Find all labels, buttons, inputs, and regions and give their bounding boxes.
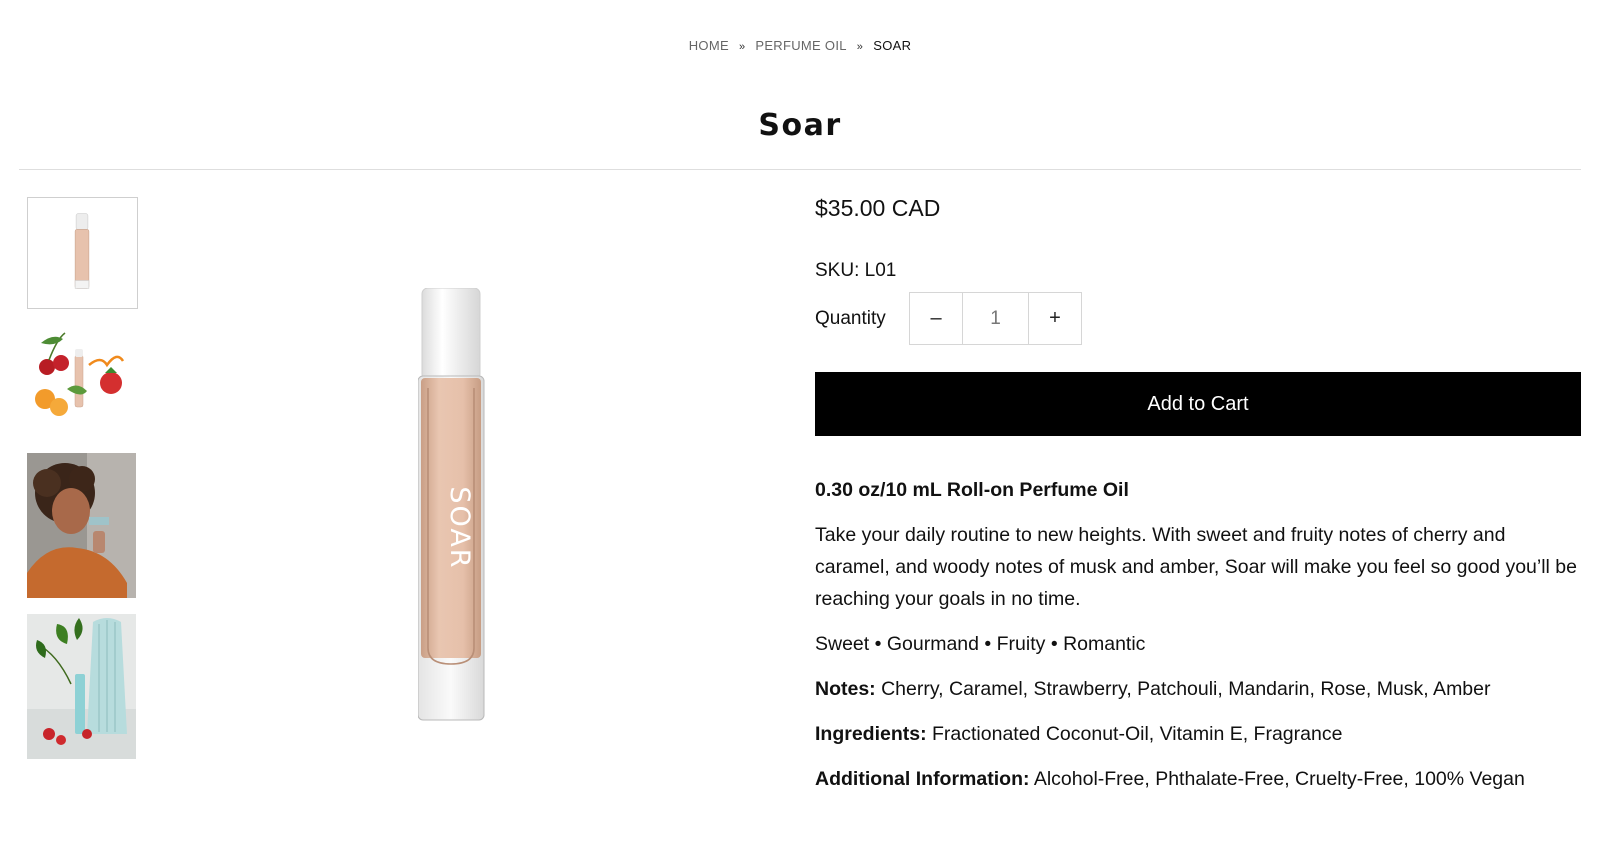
additional-info-value: Alcohol-Free, Phthalate-Free, Cruelty-Fr… [1029,768,1525,790]
sku: SKU: L01 [815,260,897,281]
ingredients-line: Ingredients: Fractionated Coconut-Oil, V… [815,718,1581,750]
quantity-decrease-button[interactable]: – [910,293,962,344]
thumbnail-bottle[interactable] [27,197,138,309]
notes-label: Notes: [815,678,876,700]
breadcrumb-separator: » [856,41,864,53]
price: $35.00 CAD [815,195,941,221]
product-image: SOAR [418,288,488,724]
additional-info-line: Additional Information: Alcohol-Free, Ph… [815,763,1581,795]
divider [19,169,1581,170]
quantity-increase-button[interactable]: + [1029,293,1081,344]
notes-line: Notes: Cherry, Caramel, Strawberry, Patc… [815,673,1581,705]
ingredients-label: Ingredients: [815,723,927,745]
thumbnail-model[interactable] [27,453,136,598]
thumbnail-gallery [27,197,138,775]
quantity-stepper: – 1 + [909,292,1082,345]
add-to-cart-button[interactable]: Add to Cart [815,372,1581,436]
breadcrumb-home-link[interactable]: HOME [689,38,729,53]
ingredients-value: Fractionated Coconut-Oil, Vitamin E, Fra… [926,723,1343,745]
thumbnail-lifestyle[interactable] [27,614,136,759]
breadcrumb-current: SOAR [873,38,912,53]
thumbnail-fruit[interactable] [27,325,138,437]
quantity-label: Quantity [815,307,886,329]
product-info: $35.00 CAD SKU: L01 Quantity – 1 + Add t… [815,195,1581,808]
breadcrumb-category-link[interactable]: PERFUME OIL [755,38,846,53]
additional-info-label: Additional Information: [815,768,1030,790]
bottle-label: SOAR [444,486,475,569]
scent-tags: Sweet • Gourmand • Fruity • Romantic [815,633,1146,655]
breadcrumb: HOME » PERFUME OIL » SOAR [0,38,1600,53]
quantity-row: Quantity – 1 + [815,292,1581,345]
page-title: Soar [758,108,842,143]
quantity-input[interactable]: 1 [962,293,1029,344]
breadcrumb-separator: » [738,41,746,53]
product-description: 0.30 oz/10 mL Roll-on Perfume Oil Take y… [815,474,1581,795]
size-line: 0.30 oz/10 mL Roll-on Perfume Oil [815,479,1129,501]
description-text: Take your daily routine to new heights. … [815,524,1577,610]
notes-value: Cherry, Caramel, Strawberry, Patchouli, … [875,678,1491,700]
